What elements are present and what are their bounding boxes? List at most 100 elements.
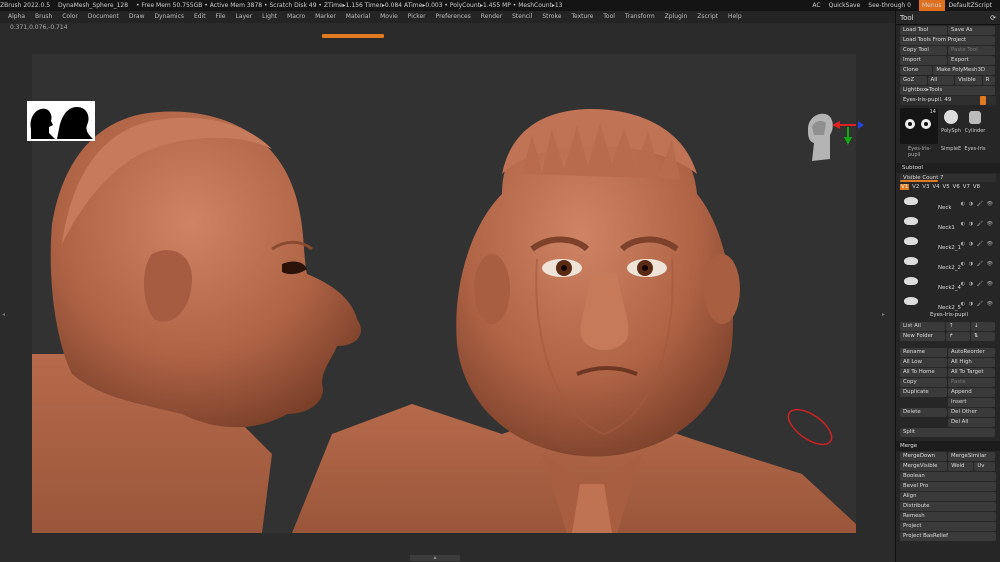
distribute-section[interactable]: Distribute bbox=[900, 502, 996, 511]
menu-draw[interactable]: Draw bbox=[129, 11, 145, 23]
menu-picker[interactable]: Picker bbox=[408, 11, 426, 23]
vtab-v5[interactable]: V5 bbox=[943, 184, 950, 190]
merge-section-header[interactable]: Merge bbox=[896, 441, 1000, 451]
append-button[interactable]: Append bbox=[948, 388, 995, 397]
subtool-section-header[interactable]: Subtool bbox=[896, 163, 1000, 173]
subtool-item[interactable]: ◐ ◑ 🖌 👁 Neck2_1 bbox=[900, 232, 996, 252]
all-low-button[interactable]: All Low bbox=[900, 358, 947, 367]
list-all-button[interactable]: List All bbox=[900, 322, 945, 331]
move-down-button[interactable]: ↓ bbox=[971, 322, 995, 331]
subtool-toggle-icons[interactable]: ◐ ◑ 🖌 👁 bbox=[961, 241, 994, 247]
insert-button[interactable]: Insert bbox=[948, 398, 995, 407]
copy-tool-button[interactable]: Copy Tool bbox=[900, 46, 947, 55]
current-tool-slider[interactable]: Eyes-Iris-pupil. 49 bbox=[900, 96, 996, 105]
polysphere-thumb[interactable]: PolySph bbox=[940, 108, 962, 144]
subtool-toggle-icons[interactable]: ◐ ◑ 🖌 👁 bbox=[961, 261, 994, 267]
menus-button[interactable]: Menus bbox=[918, 0, 945, 11]
menu-zplugin[interactable]: Zplugin bbox=[665, 11, 688, 23]
load-tool-button[interactable]: Load Tool bbox=[900, 26, 947, 35]
uv-button[interactable]: Uv bbox=[974, 462, 995, 471]
menu-preferences[interactable]: Preferences bbox=[436, 11, 471, 23]
bevel-pro-section[interactable]: Bevel Pro bbox=[900, 482, 996, 491]
vtab-v2[interactable]: V2 bbox=[912, 184, 919, 190]
quicksave-button[interactable]: QuickSave bbox=[829, 0, 861, 11]
menu-zscript[interactable]: Zscript bbox=[697, 11, 718, 23]
save-as-button[interactable]: Save As bbox=[948, 26, 995, 35]
load-tools-from-project-button[interactable]: Load Tools From Project bbox=[900, 36, 995, 45]
menu-light[interactable]: Light bbox=[262, 11, 277, 23]
goz-visible-button[interactable]: Visible bbox=[955, 76, 982, 85]
weld-button[interactable]: Weld bbox=[948, 462, 974, 471]
menu-texture[interactable]: Texture bbox=[571, 11, 593, 23]
goz-button[interactable]: GoZ bbox=[900, 76, 927, 85]
del-other-button[interactable]: Del Other bbox=[948, 408, 995, 417]
mergesimilar-button[interactable]: MergeSimilar bbox=[948, 452, 995, 461]
mergevisible-button[interactable]: MergeVisible bbox=[900, 462, 948, 471]
vtab-v4[interactable]: V4 bbox=[932, 184, 939, 190]
subtool-item[interactable]: ◐ ◑ 🖌 👁 Neck2_5 bbox=[900, 292, 996, 312]
subtool-toggle-icons[interactable]: ◐ ◑ 🖌 👁 bbox=[961, 201, 994, 207]
refresh-icon[interactable]: ⟳ bbox=[990, 11, 996, 25]
subtool-item[interactable]: ◐ ◑ 🖌 👁 Neck2_2 bbox=[900, 252, 996, 272]
default-zscript-button[interactable]: DefaultZScript bbox=[949, 0, 992, 11]
active-tab-marker[interactable] bbox=[322, 34, 384, 38]
project-section[interactable]: Project bbox=[900, 522, 996, 531]
paste-subtool-button[interactable]: Paste bbox=[948, 378, 995, 387]
export-button[interactable]: Export bbox=[948, 56, 995, 65]
silhouette-thumbnail[interactable] bbox=[27, 101, 95, 141]
clone-button[interactable]: Clone bbox=[900, 66, 933, 75]
menu-macro[interactable]: Macro bbox=[287, 11, 305, 23]
make-polymesh3d-button[interactable]: Make PolyMesh3D bbox=[933, 66, 995, 75]
paste-tool-button[interactable]: Paste Tool bbox=[948, 46, 995, 55]
menu-help[interactable]: Help bbox=[728, 11, 742, 23]
move-up-button[interactable]: ↑ bbox=[946, 322, 970, 331]
menu-document[interactable]: Document bbox=[88, 11, 119, 23]
menu-dynamics[interactable]: Dynamics bbox=[154, 11, 184, 23]
project-basrelief-section[interactable]: Project BasRelief bbox=[900, 532, 996, 541]
del-all-button[interactable]: Del All bbox=[948, 418, 995, 427]
vtab-v1[interactable]: V1 bbox=[900, 184, 910, 190]
delete-button[interactable]: Delete bbox=[900, 408, 947, 417]
copy-subtool-button[interactable]: Copy bbox=[900, 378, 947, 387]
right-tray-handle[interactable]: ▸ bbox=[882, 311, 885, 318]
menu-stroke[interactable]: Stroke bbox=[542, 11, 561, 23]
subtool-item[interactable]: ◐ ◑ 🖌 👁 Neck1 bbox=[900, 212, 996, 232]
menu-color[interactable]: Color bbox=[62, 11, 78, 23]
menu-marker[interactable]: Marker bbox=[315, 11, 336, 23]
import-button[interactable]: Import bbox=[900, 56, 947, 65]
subtool-item[interactable]: ◐ ◑ 🖌 👁 Neck bbox=[900, 192, 996, 212]
bottom-tray-handle[interactable]: ▴ bbox=[410, 555, 460, 561]
menu-edit[interactable]: Edit bbox=[194, 11, 206, 23]
vtab-v3[interactable]: V3 bbox=[922, 184, 929, 190]
menu-render[interactable]: Render bbox=[481, 11, 502, 23]
remesh-section[interactable]: Remesh bbox=[900, 512, 996, 521]
align-section[interactable]: Align bbox=[900, 492, 996, 501]
goz-r-button[interactable]: R bbox=[982, 76, 995, 85]
menu-file[interactable]: File bbox=[216, 11, 226, 23]
current-tool-thumb[interactable]: 14 bbox=[900, 108, 938, 144]
menu-tool[interactable]: Tool bbox=[603, 11, 615, 23]
see-through-label[interactable]: See-through 0 bbox=[868, 0, 911, 11]
lightbox-tools-button[interactable]: Lightbox▸Tools bbox=[900, 86, 995, 95]
eyes-iris-thumb[interactable]: Eyes-Iris bbox=[964, 146, 986, 158]
cylinder-thumb[interactable]: Cylinder bbox=[964, 108, 986, 144]
folder-swap-button[interactable]: ⇅ bbox=[971, 332, 995, 341]
subtool-item-selected[interactable]: Eyes-Iris-pupil bbox=[900, 312, 996, 321]
folder-arrow-button[interactable]: ↱ bbox=[946, 332, 970, 341]
menu-stencil[interactable]: Stencil bbox=[512, 11, 532, 23]
menu-movie[interactable]: Movie bbox=[380, 11, 398, 23]
visible-count-slider[interactable]: Visible Count 7 bbox=[900, 174, 996, 182]
goz-all-button[interactable]: All bbox=[927, 76, 955, 85]
left-tray-handle[interactable]: ◂ bbox=[2, 311, 5, 318]
subtool-toggle-icons[interactable]: ◐ ◑ 🖌 👁 bbox=[961, 221, 994, 227]
menu-alpha[interactable]: Alpha bbox=[8, 11, 25, 23]
menu-material[interactable]: Material bbox=[346, 11, 370, 23]
vtab-v8[interactable]: V8 bbox=[973, 184, 980, 190]
subtool-toggle-icons[interactable]: ◐ ◑ 🖌 👁 bbox=[961, 281, 994, 287]
vtab-v7[interactable]: V7 bbox=[963, 184, 970, 190]
subtool-item[interactable]: ◐ ◑ 🖌 👁 Neck2_4 bbox=[900, 272, 996, 292]
all-to-home-button[interactable]: All To Home bbox=[900, 368, 947, 377]
vtab-v6[interactable]: V6 bbox=[953, 184, 960, 190]
menu-layer[interactable]: Layer bbox=[235, 11, 252, 23]
boolean-section[interactable]: Boolean bbox=[900, 472, 996, 481]
